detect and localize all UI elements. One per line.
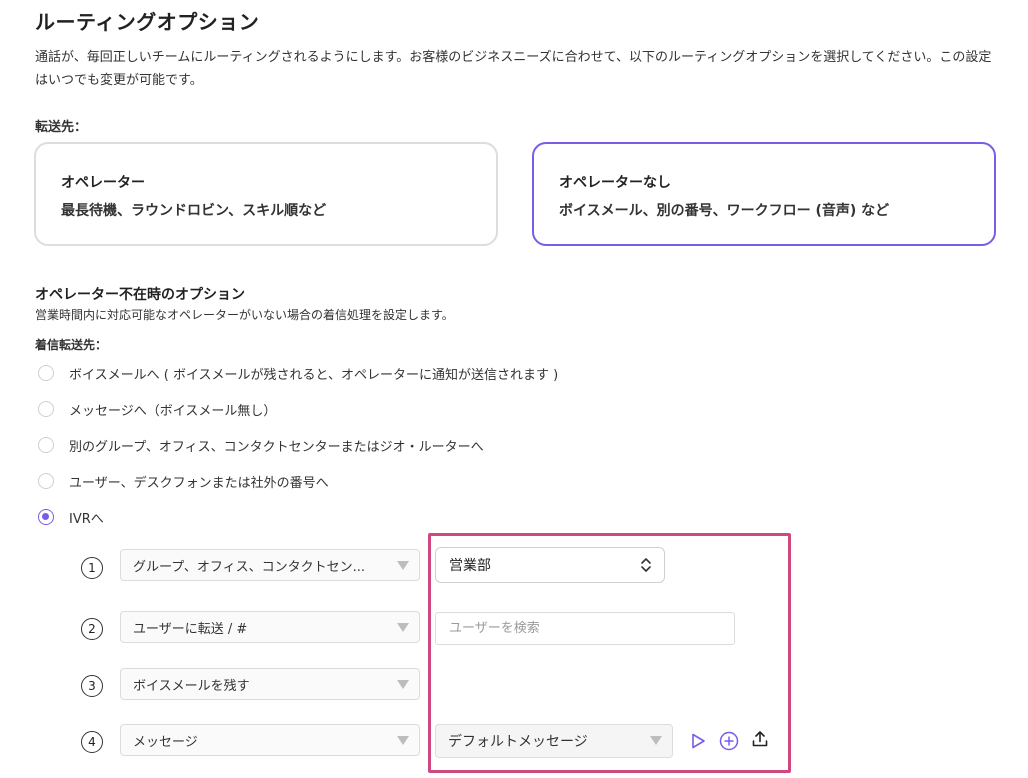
card-operator[interactable]: オペレーター 最長待機、ラウンドロビン、スキル順など	[34, 142, 498, 246]
select-value: ボイスメールを残す	[133, 678, 250, 694]
step-1-action-select[interactable]: グループ、オフィス、コンタクトセン...	[120, 549, 420, 581]
select-value: ユーザーに転送 / #	[133, 621, 248, 637]
radio-label: IVRへ	[69, 511, 104, 527]
no-operator-heading: オペレーター不在時のオプション	[35, 287, 245, 303]
card-no-operator-title: オペレーターなし	[559, 175, 671, 191]
select-value: グループ、オフィス、コンタクトセン...	[133, 559, 365, 575]
message-select-value: デフォルトメッセージ	[448, 734, 588, 750]
card-operator-desc: 最長待機、ラウンドロビン、スキル順など	[61, 203, 327, 219]
page-description: 通話が、毎回正しいチームにルーティングされるようにします。お客様のビジネスニーズ…	[35, 50, 992, 88]
message-select[interactable]: デフォルトメッセージ	[435, 724, 673, 758]
no-operator-desc: 営業時間内に対応可能なオペレーターがいない場合の着信処理を設定します。	[35, 308, 454, 322]
radio-option-group[interactable]: 別のグループ、オフィス、コンタクトセンターまたはジオ・ルーターへ	[38, 435, 484, 455]
step-2-action-select[interactable]: ユーザーに転送 / #	[120, 611, 420, 643]
radio-button[interactable]	[38, 437, 54, 453]
step-number-4: 4	[81, 731, 103, 753]
step-3-action-select[interactable]: ボイスメールを残す	[120, 668, 420, 700]
card-no-operator[interactable]: オペレーターなし ボイスメール、別の番号、ワークフロー (音声) など	[532, 142, 996, 246]
radio-button[interactable]	[38, 401, 54, 417]
step-number-3: 3	[81, 675, 103, 697]
user-search-input[interactable]	[435, 612, 735, 645]
group-select-value: 営業部	[449, 558, 491, 574]
select-value: メッセージ	[133, 734, 198, 750]
play-button[interactable]	[687, 730, 709, 752]
incoming-forward-label: 着信転送先：	[35, 338, 108, 352]
add-message-button[interactable]	[718, 730, 740, 752]
step-4-action-select[interactable]: メッセージ	[120, 724, 420, 756]
radio-label: 別のグループ、オフィス、コンタクトセンターまたはジオ・ルーターへ	[69, 439, 484, 455]
play-icon	[692, 733, 705, 749]
chevron-up-down-icon	[641, 558, 651, 572]
radio-label: メッセージへ（ボイスメール無し）	[69, 403, 277, 419]
plus-circle-icon	[719, 731, 739, 751]
radio-button[interactable]	[38, 473, 54, 489]
step-number-1: 1	[81, 557, 103, 579]
radio-option-voicemail[interactable]: ボイスメールへ ( ボイスメールが残されると、オペレーターに通知が送信されます …	[38, 363, 558, 383]
radio-button-checked[interactable]	[38, 509, 54, 525]
caret-down-icon	[397, 623, 409, 632]
caret-down-icon	[397, 680, 409, 689]
radio-option-message[interactable]: メッセージへ（ボイスメール無し）	[38, 399, 276, 419]
forward-to-label: 転送先：	[35, 120, 88, 135]
caret-down-icon	[397, 561, 409, 570]
page-title: ルーティングオプション	[35, 10, 260, 34]
radio-label: ボイスメールへ ( ボイスメールが残されると、オペレーターに通知が送信されます …	[69, 367, 559, 383]
radio-button[interactable]	[38, 365, 54, 381]
upload-icon	[752, 731, 768, 747]
card-operator-title: オペレーター	[61, 175, 145, 191]
card-no-operator-desc: ボイスメール、別の番号、ワークフロー (音声) など	[559, 203, 890, 219]
radio-option-ivr[interactable]: IVRへ	[38, 507, 104, 527]
upload-button[interactable]	[749, 728, 771, 750]
step-number-2: 2	[81, 618, 103, 640]
caret-down-icon	[650, 736, 662, 745]
caret-down-icon	[397, 736, 409, 745]
group-select[interactable]: 営業部	[435, 547, 665, 583]
radio-option-user[interactable]: ユーザー、デスクフォンまたは社外の番号へ	[38, 471, 329, 491]
radio-label: ユーザー、デスクフォンまたは社外の番号へ	[69, 475, 329, 491]
